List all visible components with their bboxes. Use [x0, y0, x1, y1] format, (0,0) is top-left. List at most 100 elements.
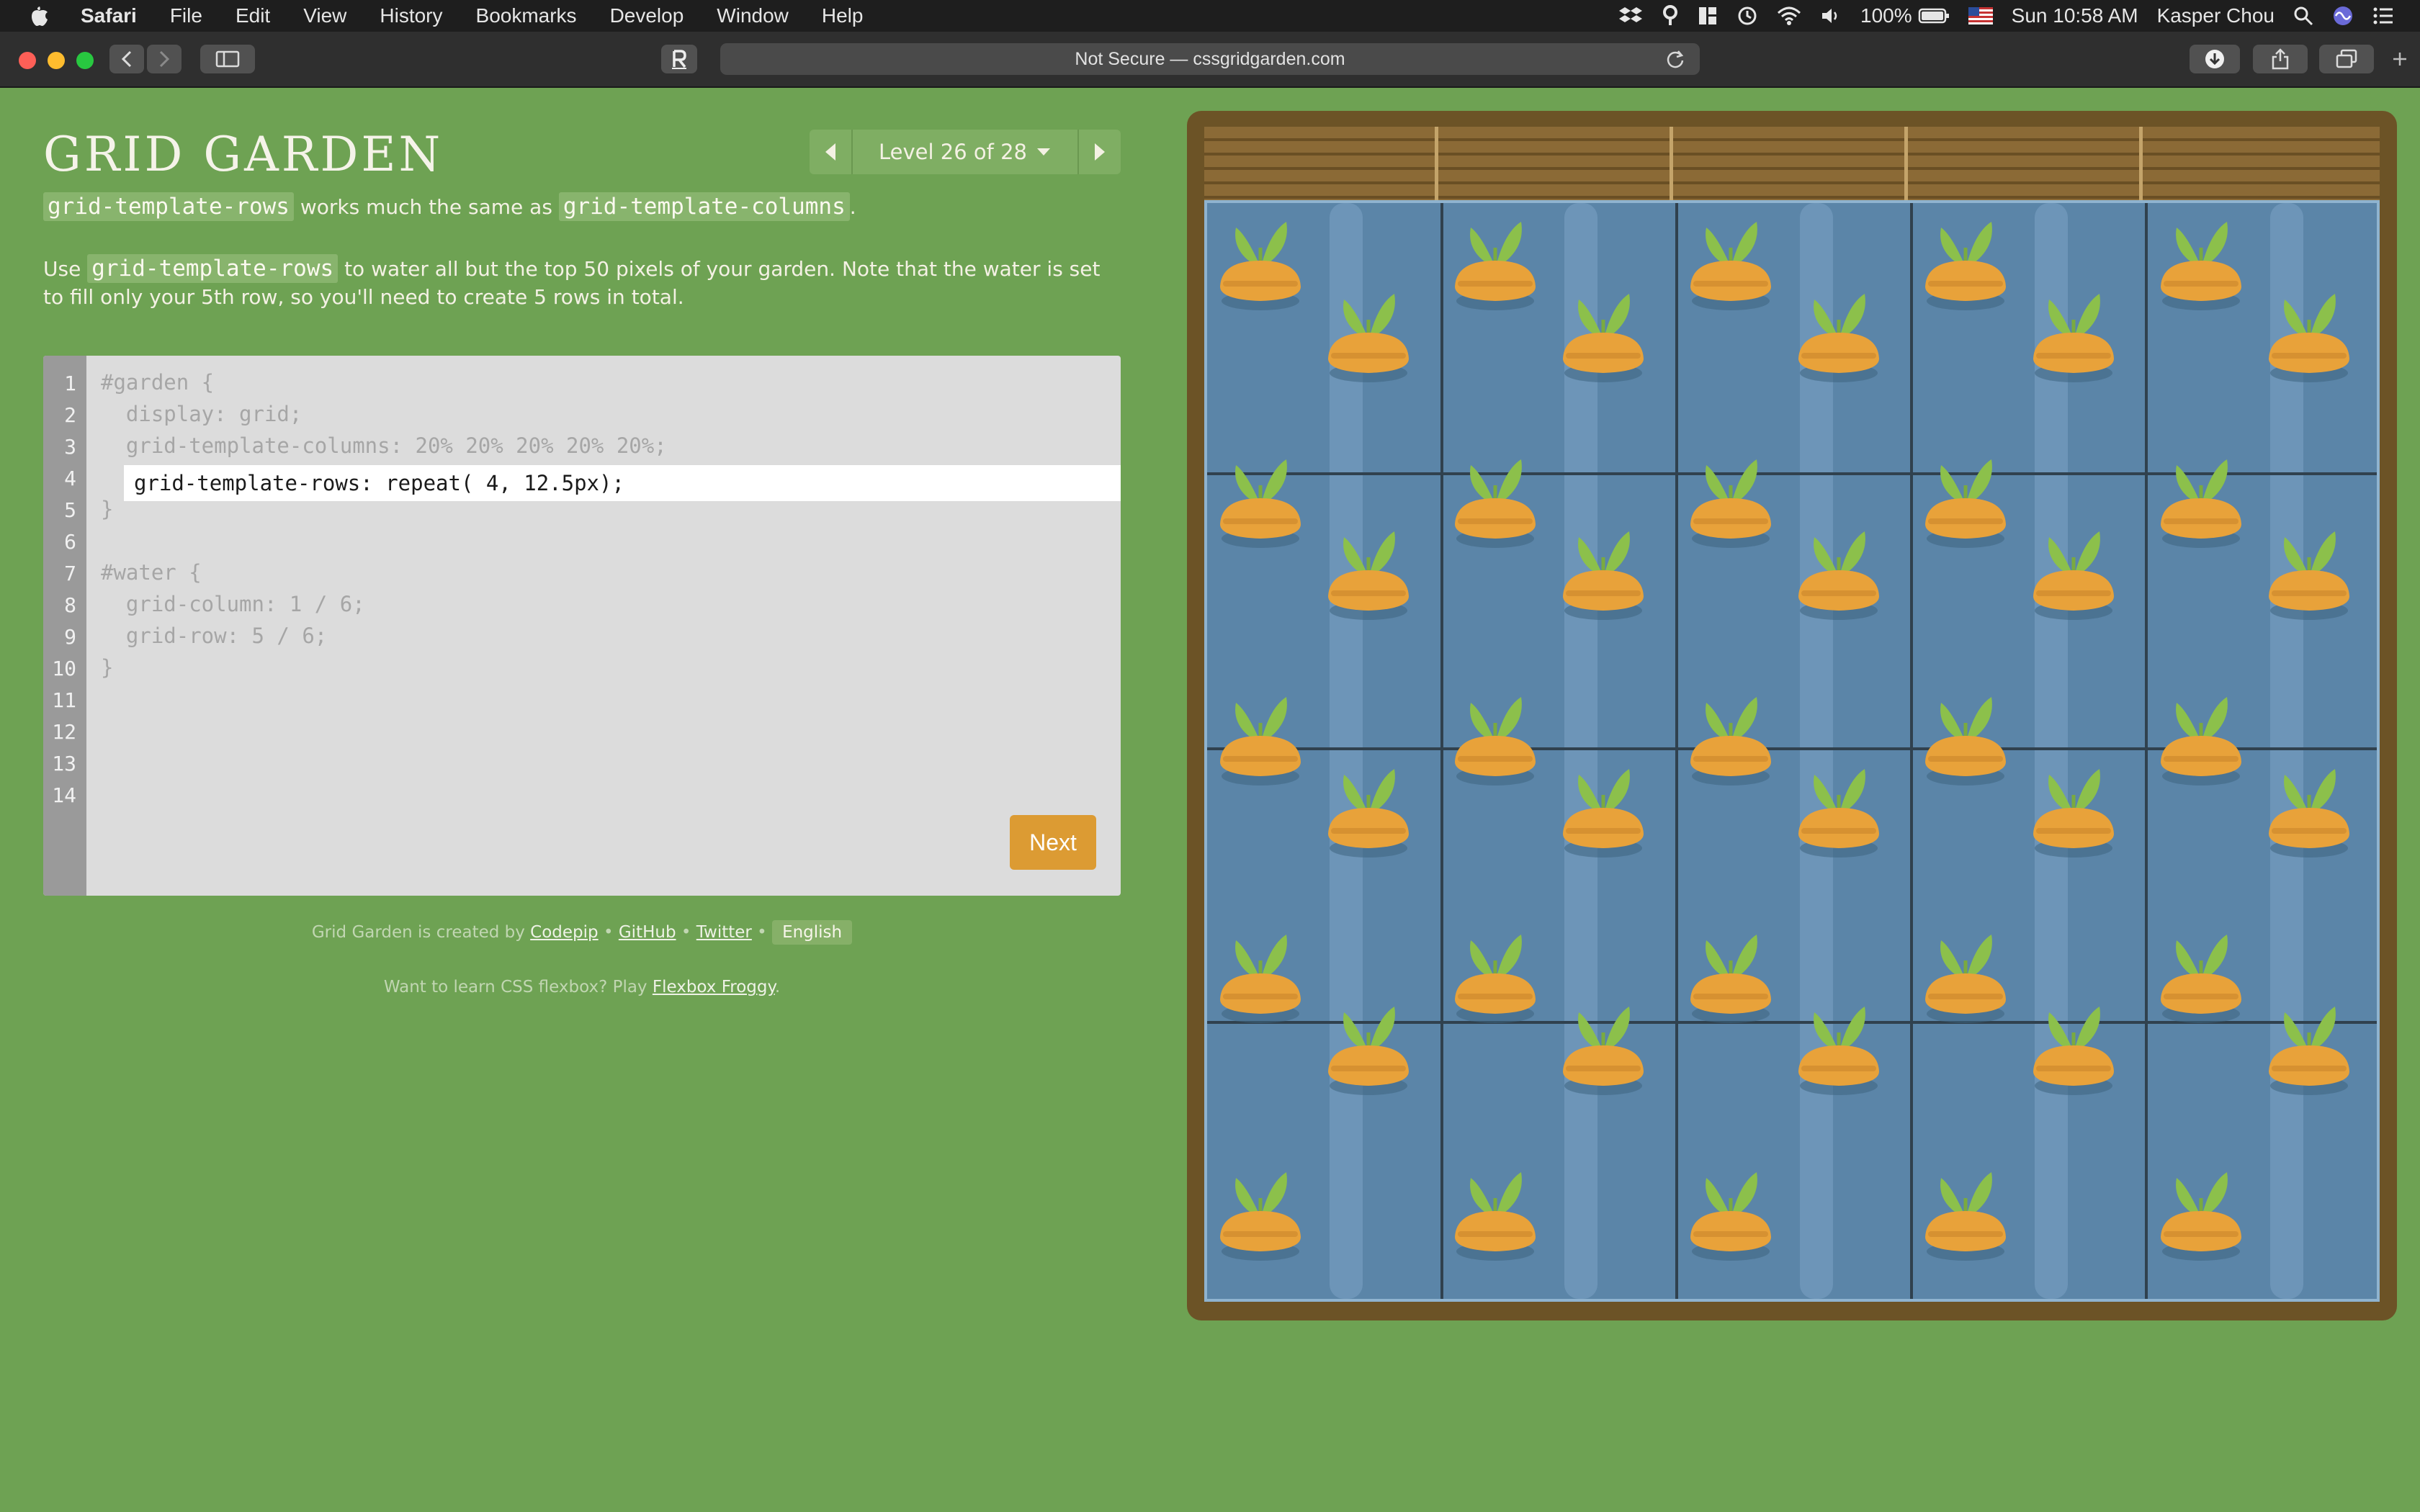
flexbox-promo: Want to learn CSS flexbox? Play Flexbox … — [43, 978, 1121, 996]
carrot-icon — [1216, 919, 1309, 1027]
menu-bar: Safari File Edit View History Bookmarks … — [0, 0, 2420, 32]
grid-column-line — [1440, 203, 1443, 1299]
sidebar-toggle-button[interactable] — [200, 45, 255, 73]
line-number: 13 — [52, 752, 76, 775]
fence-post — [1904, 127, 1908, 200]
credits-text: Grid Garden is created by — [311, 923, 531, 942]
codepip-link[interactable]: Codepip — [530, 923, 598, 942]
readability-extension-button[interactable] — [661, 45, 697, 73]
line-number: 10 — [52, 657, 76, 680]
carrot-icon — [1686, 206, 1780, 314]
carrot-icon — [2029, 991, 2123, 1099]
menu-app-name[interactable]: Safari — [81, 4, 137, 27]
volume-icon[interactable] — [1820, 6, 1842, 26]
credits-footer: Grid Garden is created by Codepip • GitH… — [43, 920, 1121, 945]
close-window-button[interactable] — [19, 52, 36, 69]
previous-level-button[interactable] — [810, 130, 853, 174]
carrot-icon — [1559, 278, 1652, 386]
menu-history[interactable]: History — [380, 4, 442, 27]
next-level-button[interactable] — [1077, 130, 1121, 174]
menu-window[interactable]: Window — [717, 4, 789, 27]
carrot-icon — [2029, 516, 2123, 624]
share-icon — [2272, 48, 2289, 70]
menu-edit[interactable]: Edit — [236, 4, 270, 27]
twitter-link[interactable]: Twitter — [696, 923, 752, 942]
siri-icon[interactable] — [2332, 5, 2354, 27]
chevron-left-icon — [121, 50, 132, 68]
carrot-icon — [2264, 753, 2358, 861]
downloads-button[interactable] — [2190, 45, 2240, 73]
time-machine-icon[interactable] — [1736, 5, 1758, 27]
menubar-user[interactable]: Kasper Chou — [2157, 4, 2275, 27]
line-number: 14 — [52, 783, 76, 807]
css-answer-input[interactable] — [134, 471, 1121, 495]
address-bar[interactable]: Not Secure — cssgridgarden.com — [720, 43, 1700, 75]
code-line: grid-template-columns: 20% 20% 20% 20% 2… — [101, 433, 667, 458]
share-button[interactable] — [2253, 45, 2308, 73]
code-line: #water { — [101, 560, 202, 585]
line-number: 9 — [64, 625, 76, 649]
line-number: 4 — [64, 467, 76, 490]
line-number: 11 — [52, 688, 76, 712]
grid-column-line — [2145, 203, 2148, 1299]
forward-button[interactable] — [147, 45, 182, 73]
flexbox-froggy-link[interactable]: Flexbox Froggy — [653, 978, 775, 996]
menu-help[interactable]: Help — [822, 4, 864, 27]
wifi-icon[interactable] — [1777, 6, 1801, 26]
code-line: } — [101, 497, 114, 521]
line-number: 8 — [64, 593, 76, 617]
spotlight-search-icon[interactable] — [2293, 6, 2313, 26]
carrot-icon — [1686, 919, 1780, 1027]
intro-text: grid-template-rows works much the same a… — [43, 192, 1124, 221]
us-flag-icon[interactable] — [1968, 7, 1993, 24]
menu-develop[interactable]: Develop — [610, 4, 684, 27]
code-line: #garden { — [101, 370, 215, 395]
carrot-icon — [2264, 278, 2358, 386]
menubar-clock[interactable]: Sun 10:58 AM — [2012, 4, 2138, 27]
zoom-window-button[interactable] — [76, 52, 94, 69]
next-button[interactable]: Next — [1010, 815, 1096, 870]
carrot-icon — [1451, 206, 1544, 314]
promo-text: Want to learn CSS flexbox? Play — [383, 978, 653, 996]
github-link[interactable]: GitHub — [619, 923, 676, 942]
battery-icon[interactable] — [1918, 7, 1950, 24]
line-number: 1 — [64, 372, 76, 395]
carrot-icon — [2264, 516, 2358, 624]
menu-file[interactable]: File — [170, 4, 202, 27]
carrot-icon — [1794, 753, 1888, 861]
columns-icon[interactable] — [1698, 6, 1718, 26]
back-button[interactable] — [109, 45, 144, 73]
carrot-icon — [1686, 444, 1780, 552]
carrot-icon — [1794, 278, 1888, 386]
carrot-icon — [2156, 681, 2250, 789]
carrot-icon — [1559, 753, 1652, 861]
language-selector[interactable]: English — [772, 920, 853, 945]
notification-center-icon[interactable] — [2372, 6, 2394, 25]
line-number: 5 — [64, 498, 76, 522]
menu-view[interactable]: View — [303, 4, 346, 27]
triangle-right-icon — [1095, 143, 1105, 161]
level-selector[interactable]: Level 26 of 28 — [853, 130, 1077, 174]
show-tabs-button[interactable] — [2319, 45, 2374, 73]
code-line: grid-row: 5 / 6; — [101, 624, 328, 648]
carrot-icon — [2156, 444, 2250, 552]
minimize-window-button[interactable] — [48, 52, 65, 69]
carrot-icon — [1451, 681, 1544, 789]
carrot-icon — [1686, 681, 1780, 789]
new-tab-button[interactable] — [2385, 45, 2414, 73]
task-text: Use grid-template-rows to water all but … — [43, 254, 1124, 311]
garden-fence — [1204, 127, 2380, 200]
menu-bookmarks[interactable]: Bookmarks — [476, 4, 577, 27]
carrot-icon — [1324, 753, 1417, 861]
line-number-gutter: 1 2 3 4 5 6 7 8 9 10 11 12 13 14 — [43, 356, 86, 896]
apple-icon[interactable] — [29, 4, 50, 28]
code-line: display: grid; — [101, 402, 302, 426]
dropbox-icon[interactable] — [1618, 6, 1643, 26]
plus-icon — [2393, 53, 2406, 66]
fence-post — [1435, 127, 1438, 200]
code-keyword: grid-template-columns — [558, 192, 850, 221]
pushpin-icon[interactable] — [1662, 5, 1679, 27]
promo-period: . — [774, 978, 781, 996]
reload-icon[interactable] — [1665, 49, 1685, 69]
carrot-icon — [2029, 278, 2123, 386]
